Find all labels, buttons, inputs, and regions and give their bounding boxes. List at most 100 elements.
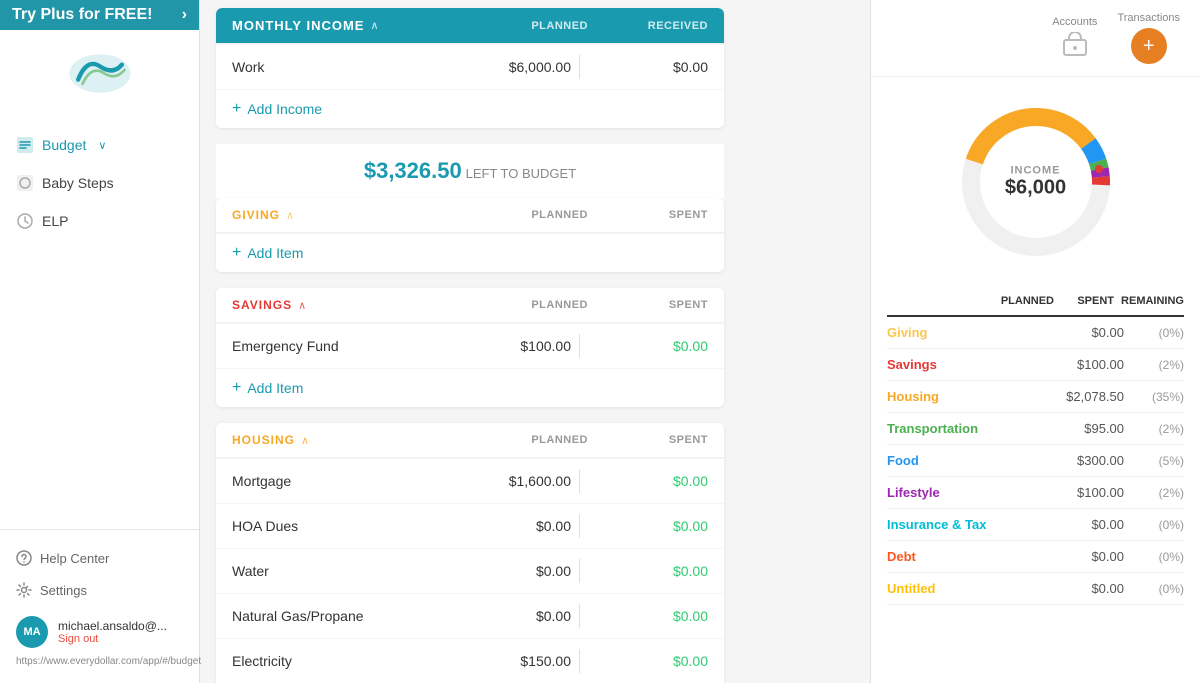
- category-planned: $100.00: [1044, 357, 1124, 372]
- row-divider: [579, 649, 580, 673]
- budget-chevron: ∨: [98, 139, 106, 152]
- sidebar-item-elp[interactable]: ELP: [0, 202, 199, 240]
- housing-item-planned: $0.00: [441, 563, 571, 579]
- budget-remaining: $3,326.50 LEFT TO BUDGET: [216, 144, 724, 198]
- housing-planned-header: PLANNED: [458, 434, 588, 446]
- sidebar-bottom: Help Center Settings MA michael.ansaldo@…: [0, 529, 199, 683]
- housing-item-spent: $0.00: [588, 518, 708, 534]
- table-row: Lifestyle $100.00 (2%): [887, 477, 1184, 509]
- category-name: Lifestyle: [887, 485, 1044, 500]
- row-divider: [579, 469, 580, 493]
- housing-row: Mortgage $1,600.00 $0.00: [216, 458, 724, 503]
- savings-chevron: ∧: [298, 299, 306, 312]
- row-divider: [579, 559, 580, 583]
- category-name: Giving: [887, 325, 1044, 340]
- try-plus-label: Try Plus for FREE!: [12, 6, 152, 24]
- table-row: Transportation $95.00 (2%): [887, 413, 1184, 445]
- work-planned: $6,000.00: [441, 59, 571, 75]
- elp-icon: [16, 212, 34, 230]
- table-row: Untitled $0.00 (0%): [887, 573, 1184, 605]
- try-plus-banner[interactable]: Try Plus for FREE! ›: [0, 0, 199, 30]
- donut-label: INCOME $6,000: [1005, 165, 1066, 200]
- giving-chevron: ∧: [286, 209, 294, 222]
- emergency-fund-name: Emergency Fund: [232, 338, 441, 354]
- category-name: Insurance & Tax: [887, 517, 1044, 532]
- table-row: Savings $100.00 (2%): [887, 349, 1184, 381]
- category-pct: (2%): [1124, 422, 1184, 436]
- add-savings-icon: +: [232, 379, 241, 397]
- add-savings-row[interactable]: + Add Item: [216, 368, 724, 407]
- category-name: Transportation: [887, 421, 1044, 436]
- category-planned: $0.00: [1044, 325, 1124, 340]
- main-content: MONTHLY INCOME ∧ PLANNED RECEIVED Work $…: [200, 0, 870, 683]
- right-panel: Accounts Transactions +: [870, 0, 1200, 683]
- income-header: MONTHLY INCOME ∧ PLANNED RECEIVED: [216, 8, 724, 44]
- budget-label: Budget: [42, 137, 86, 153]
- user-info: michael.ansaldo@... Sign out: [58, 619, 167, 645]
- savings-section-title: SAVINGS: [232, 298, 292, 312]
- sign-out-link[interactable]: Sign out: [58, 633, 167, 645]
- budget-table: PLANNED SPENT REMAINING Giving $0.00 (0%…: [871, 287, 1200, 683]
- category-planned: $0.00: [1044, 549, 1124, 564]
- baby-steps-icon: [16, 174, 34, 192]
- housing-item-planned: $0.00: [441, 608, 571, 624]
- sidebar-item-budget[interactable]: Budget ∨: [0, 126, 199, 164]
- logo-icon: [65, 48, 135, 98]
- gear-icon: [16, 582, 32, 598]
- add-savings-label: Add Item: [247, 380, 303, 396]
- sidebar-item-baby-steps[interactable]: Baby Steps: [0, 164, 199, 202]
- housing-item-name: Water: [232, 563, 441, 579]
- income-section-title: MONTHLY INCOME: [232, 18, 364, 33]
- housing-row: HOA Dues $0.00 $0.00: [216, 503, 724, 548]
- elp-label: ELP: [42, 213, 68, 229]
- category-planned: $95.00: [1044, 421, 1124, 436]
- housing-header: HOUSING ∧ PLANNED SPENT: [216, 423, 724, 458]
- budget-sections: MONTHLY INCOME ∧ PLANNED RECEIVED Work $…: [200, 0, 740, 683]
- add-giving-icon: +: [232, 244, 241, 262]
- category-planned: $2,078.50: [1044, 389, 1124, 404]
- housing-item-spent: $0.00: [588, 653, 708, 669]
- settings-label: Settings: [40, 583, 87, 598]
- table-row: Housing $2,078.50 (35%): [887, 381, 1184, 413]
- accounts-icon: [1061, 32, 1089, 60]
- row-divider: [579, 55, 580, 79]
- url-bar: https://www.everydollar.com/app/#/budget: [16, 652, 183, 671]
- housing-item-planned: $1,600.00: [441, 473, 571, 489]
- remaining-label: LEFT TO BUDGET: [466, 166, 577, 181]
- savings-spent-header: SPENT: [588, 299, 708, 311]
- remaining-amount: $3,326.50: [364, 158, 462, 183]
- category-name: Food: [887, 453, 1044, 468]
- category-planned: $100.00: [1044, 485, 1124, 500]
- housing-section-title: HOUSING: [232, 433, 295, 447]
- help-icon: [16, 550, 32, 566]
- table-row: Insurance & Tax $0.00 (0%): [887, 509, 1184, 541]
- table-headers: PLANNED SPENT REMAINING: [887, 287, 1184, 317]
- category-pct: (0%): [1124, 550, 1184, 564]
- right-header: Accounts Transactions +: [871, 0, 1200, 77]
- budget-icon: [16, 136, 34, 154]
- logo-area: [0, 30, 199, 116]
- giving-header: GIVING ∧ PLANNED SPENT: [216, 198, 724, 233]
- avatar: MA: [16, 616, 48, 648]
- housing-item-spent: $0.00: [588, 608, 708, 624]
- emergency-fund-row: Emergency Fund $100.00 $0.00: [216, 323, 724, 368]
- accounts-header-item[interactable]: Accounts: [1052, 16, 1097, 60]
- housing-item-spent: $0.00: [588, 473, 708, 489]
- add-giving-label: Add Item: [247, 245, 303, 261]
- category-name: Housing: [887, 389, 1044, 404]
- work-name: Work: [232, 59, 441, 75]
- housing-row: Water $0.00 $0.00: [216, 548, 724, 593]
- category-planned: $0.00: [1044, 517, 1124, 532]
- work-row: Work $6,000.00 $0.00: [216, 44, 724, 89]
- add-transaction-button[interactable]: +: [1131, 28, 1167, 64]
- add-giving-row[interactable]: + Add Item: [216, 233, 724, 272]
- housing-row: Natural Gas/Propane $0.00 $0.00: [216, 593, 724, 638]
- housing-card: HOUSING ∧ PLANNED SPENT Mortgage $1,600.…: [216, 423, 724, 683]
- work-received: $0.00: [588, 59, 708, 75]
- help-center-item[interactable]: Help Center: [16, 542, 183, 574]
- settings-item[interactable]: Settings: [16, 574, 183, 606]
- transactions-header-item[interactable]: Transactions +: [1117, 12, 1180, 64]
- user-section: MA michael.ansaldo@... Sign out: [16, 606, 183, 652]
- add-income-row[interactable]: + Add Income: [216, 89, 724, 128]
- table-row: Giving $0.00 (0%): [887, 317, 1184, 349]
